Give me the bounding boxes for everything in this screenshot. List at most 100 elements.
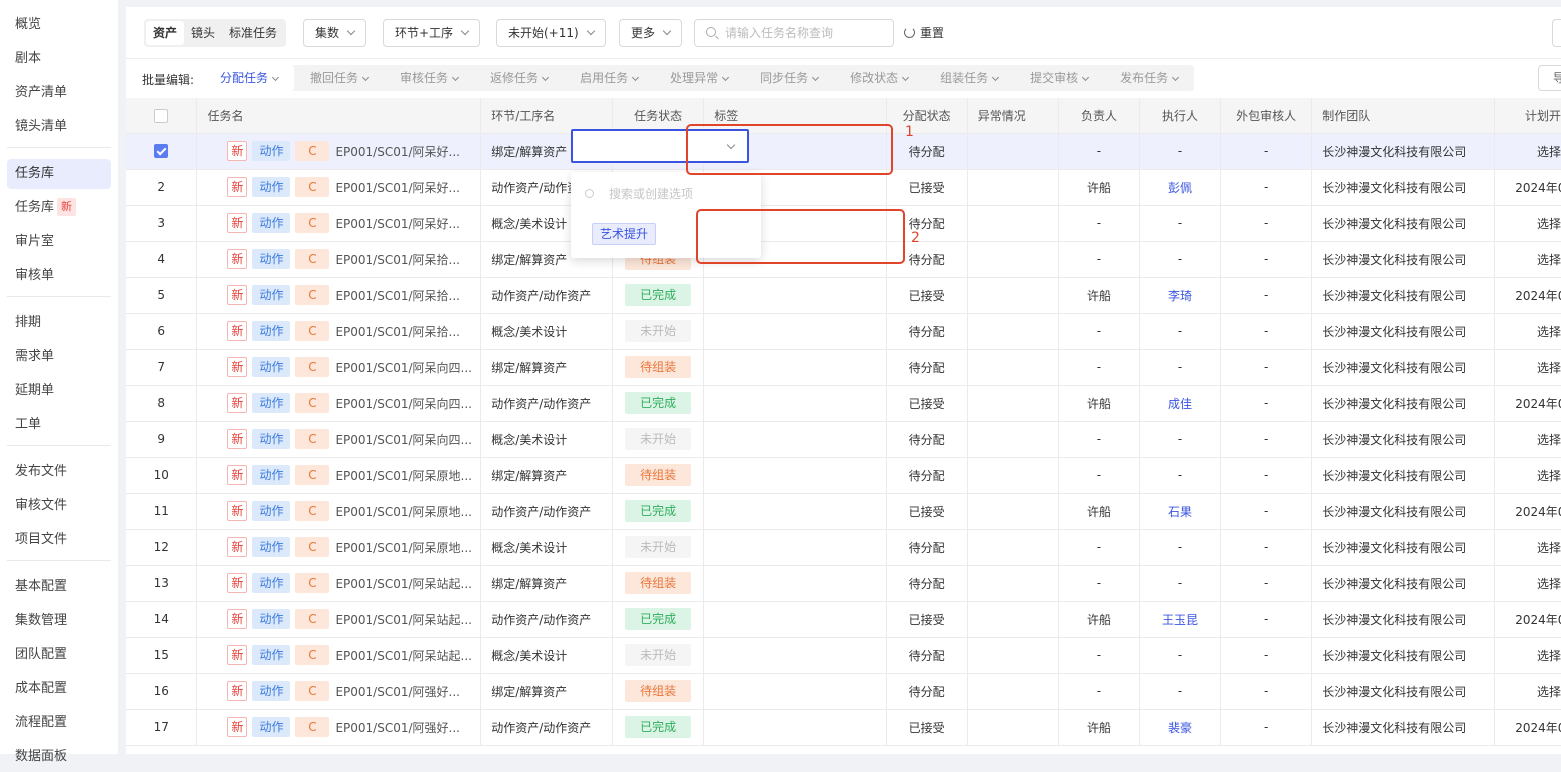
task-name-cell[interactable]: 新动作 C EP001/SC01/阿呆原地... (196, 529, 482, 566)
sidebar-item[interactable]: 任务库新 (7, 193, 111, 223)
task-name-cell[interactable]: 新动作 C EP001/SC01/阿呆好... (196, 133, 482, 170)
executor-cell[interactable]: 石果 (1139, 493, 1222, 530)
table-row[interactable]: 17 新动作 C EP001/SC01/阿强好... 动作资产/动作资产 已完成 已接受 许船… (126, 709, 1561, 746)
sidebar-item[interactable]: 延期单 (7, 376, 111, 406)
segment-shot[interactable]: 镜头 (184, 21, 222, 45)
plan-start-cell[interactable]: 选择开始 (1494, 457, 1561, 494)
sidebar-item[interactable]: 资产清单 (7, 78, 111, 108)
batch-button[interactable]: 分配任务 (204, 65, 295, 91)
sidebar-item[interactable]: 审核单 (7, 261, 111, 291)
plan-start-cell[interactable]: 选择开始 (1494, 349, 1561, 386)
task-name-cell[interactable]: 新动作 C EP001/SC01/阿呆向四... (196, 349, 482, 386)
step-filter-select[interactable]: 环节+工序 (383, 19, 481, 47)
segment-asset[interactable]: 资产 (146, 21, 185, 45)
plan-start-cell[interactable]: 选择开始 (1494, 637, 1561, 674)
plan-start-cell[interactable]: 2024年07月 (1494, 277, 1561, 314)
sidebar-item[interactable]: 项目文件 (7, 525, 111, 555)
executor-cell[interactable]: 裴豪 (1139, 709, 1222, 746)
tag-cell[interactable] (703, 421, 887, 458)
tag-cell[interactable] (703, 349, 887, 386)
row-checkbox[interactable] (154, 144, 169, 159)
sidebar-item[interactable]: 镜头清单 (7, 112, 111, 142)
sidebar-item[interactable]: 剧本 (7, 44, 111, 74)
tag-cell[interactable] (703, 709, 887, 746)
col-assign-status[interactable]: 分配状态 (886, 98, 968, 134)
table-row[interactable]: 14 新动作 C EP001/SC01/阿呆站起... 动作资产/动作资产 已完成 已接受 许… (126, 601, 1561, 638)
task-name-cell[interactable]: 新动作 C EP001/SC01/阿呆拾... (196, 313, 482, 350)
col-executor[interactable]: 执行人 (1139, 98, 1222, 134)
batch-button[interactable]: 发布任务 (1104, 65, 1194, 91)
batch-button[interactable]: 提交审核 (1014, 65, 1104, 91)
sidebar-item[interactable]: 集数管理 (7, 606, 111, 636)
select-all-checkbox[interactable] (154, 108, 169, 123)
sidebar-item[interactable]: 工单 (7, 410, 111, 440)
plan-start-cell[interactable]: 2024年07月 (1494, 709, 1561, 746)
batch-button[interactable]: 修改状态 (834, 65, 924, 91)
sidebar-item[interactable]: 成本配置 (7, 674, 111, 704)
table-row[interactable]: 10 新动作 C EP001/SC01/阿呆原地... 绑定/解算资产 待组装 待分配 - - -… (126, 457, 1561, 494)
sidebar-item[interactable]: 概览 (7, 10, 111, 40)
sidebar-item[interactable]: 流程配置 (7, 708, 111, 738)
segment-standard-task[interactable]: 标准任务 (222, 21, 284, 45)
sidebar-item[interactable]: 审核文件 (7, 491, 111, 521)
table-row[interactable]: 7 新动作 C EP001/SC01/阿呆向四... 绑定/解算资产 待组装 待分配 - - - 长… (126, 349, 1561, 386)
col-plan-start[interactable]: 计划开始时 (1494, 98, 1561, 134)
col-team[interactable]: 制作团队 (1311, 98, 1495, 134)
task-name-cell[interactable]: 新动作 C EP001/SC01/阿呆拾... (196, 277, 482, 314)
task-name-cell[interactable]: 新动作 C EP001/SC01/阿呆站起... (196, 565, 482, 602)
toolbar-right-control[interactable] (1552, 19, 1561, 47)
sidebar-item[interactable]: 任务库 (7, 159, 111, 189)
plan-start-cell[interactable]: 2024年07月 (1494, 601, 1561, 638)
task-name-cell[interactable]: 新动作 C EP001/SC01/阿呆向四... (196, 385, 482, 422)
tag-search-input[interactable]: 搜索或创建选项 (581, 180, 751, 208)
col-exception[interactable]: 异常情况 (967, 98, 1059, 134)
task-name-cell[interactable]: 新动作 C EP001/SC01/阿呆拾... (196, 241, 482, 278)
table-row[interactable]: 13 新动作 C EP001/SC01/阿呆站起... 绑定/解算资产 待组装 待分配 - - -… (126, 565, 1561, 602)
task-name-cell[interactable]: 新动作 C EP001/SC01/阿呆站起... (196, 601, 482, 638)
tag-cell[interactable] (703, 313, 887, 350)
table-row[interactable]: 12 新动作 C EP001/SC01/阿呆原地... 概念/美术设计 未开始 待分配 - - -… (126, 529, 1561, 566)
plan-start-cell[interactable]: 选择开始 (1494, 133, 1561, 170)
sidebar-item[interactable]: 发布文件 (7, 457, 111, 487)
plan-start-cell[interactable]: 2024年07月 (1494, 169, 1561, 206)
sidebar-item[interactable]: 团队配置 (7, 640, 111, 670)
export-button[interactable]: 导 (1538, 65, 1561, 91)
table-row[interactable]: 9 新动作 C EP001/SC01/阿呆向四... 概念/美术设计 未开始 待分配 - - - 长… (126, 421, 1561, 458)
task-search-input[interactable]: 请输入任务名称查询 (694, 19, 894, 47)
col-step[interactable]: 环节/工序名 (480, 98, 613, 134)
executor-cell[interactable]: 彭佩 (1139, 169, 1222, 206)
task-name-cell[interactable]: 新动作 C EP001/SC01/阿呆好... (196, 205, 482, 242)
plan-start-cell[interactable]: 选择开始 (1494, 529, 1561, 566)
tag-option[interactable]: 艺术提升 (592, 223, 657, 245)
episode-filter-select[interactable]: 集数 (303, 19, 367, 47)
batch-button[interactable]: 撤回任务 (294, 65, 384, 91)
task-name-cell[interactable]: 新动作 C EP001/SC01/阿呆好... (196, 169, 482, 206)
task-name-cell[interactable]: 新动作 C EP001/SC01/阿强好... (196, 673, 482, 710)
table-row[interactable]: 15 新动作 C EP001/SC01/阿呆站起... 概念/美术设计 未开始 待分配 - - -… (126, 637, 1561, 674)
plan-start-cell[interactable]: 选择开始 (1494, 241, 1561, 278)
task-name-cell[interactable]: 新动作 C EP001/SC01/阿呆原地... (196, 457, 482, 494)
table-row[interactable]: 6 新动作 C EP001/SC01/阿呆拾... 概念/美术设计 未开始 待分配 - - - 长沙… (126, 313, 1561, 350)
tag-cell[interactable] (703, 637, 887, 674)
executor-cell[interactable]: 王玉昆 (1139, 601, 1222, 638)
tag-cell[interactable] (703, 529, 887, 566)
tag-cell[interactable] (703, 457, 887, 494)
task-name-cell[interactable]: 新动作 C EP001/SC01/阿呆站起... (196, 637, 482, 674)
plan-start-cell[interactable]: 选择开始 (1494, 565, 1561, 602)
tag-cell[interactable] (703, 673, 887, 710)
status-filter-select[interactable]: 未开始(+11) (496, 19, 606, 47)
tag-cell[interactable] (703, 493, 887, 530)
sidebar-item[interactable]: 数据面板 (7, 742, 111, 772)
more-filter-select[interactable]: 更多 (619, 19, 683, 47)
tag-cell[interactable] (703, 601, 887, 638)
plan-start-cell[interactable]: 选择开始 (1494, 421, 1561, 458)
plan-start-cell[interactable]: 选择开始 (1494, 205, 1561, 242)
batch-button[interactable]: 审核任务 (384, 65, 474, 91)
tag-cell[interactable] (703, 385, 887, 422)
plan-start-cell[interactable]: 选择开始 (1494, 673, 1561, 710)
batch-button[interactable]: 返修任务 (474, 65, 564, 91)
table-row[interactable]: 8 新动作 C EP001/SC01/阿呆向四... 动作资产/动作资产 已完成 已接受 许船… (126, 385, 1561, 422)
plan-start-cell[interactable]: 2024年07月 (1494, 493, 1561, 530)
plan-start-cell[interactable]: 2024年07月 (1494, 385, 1561, 422)
sidebar-item[interactable]: 需求单 (7, 342, 111, 372)
